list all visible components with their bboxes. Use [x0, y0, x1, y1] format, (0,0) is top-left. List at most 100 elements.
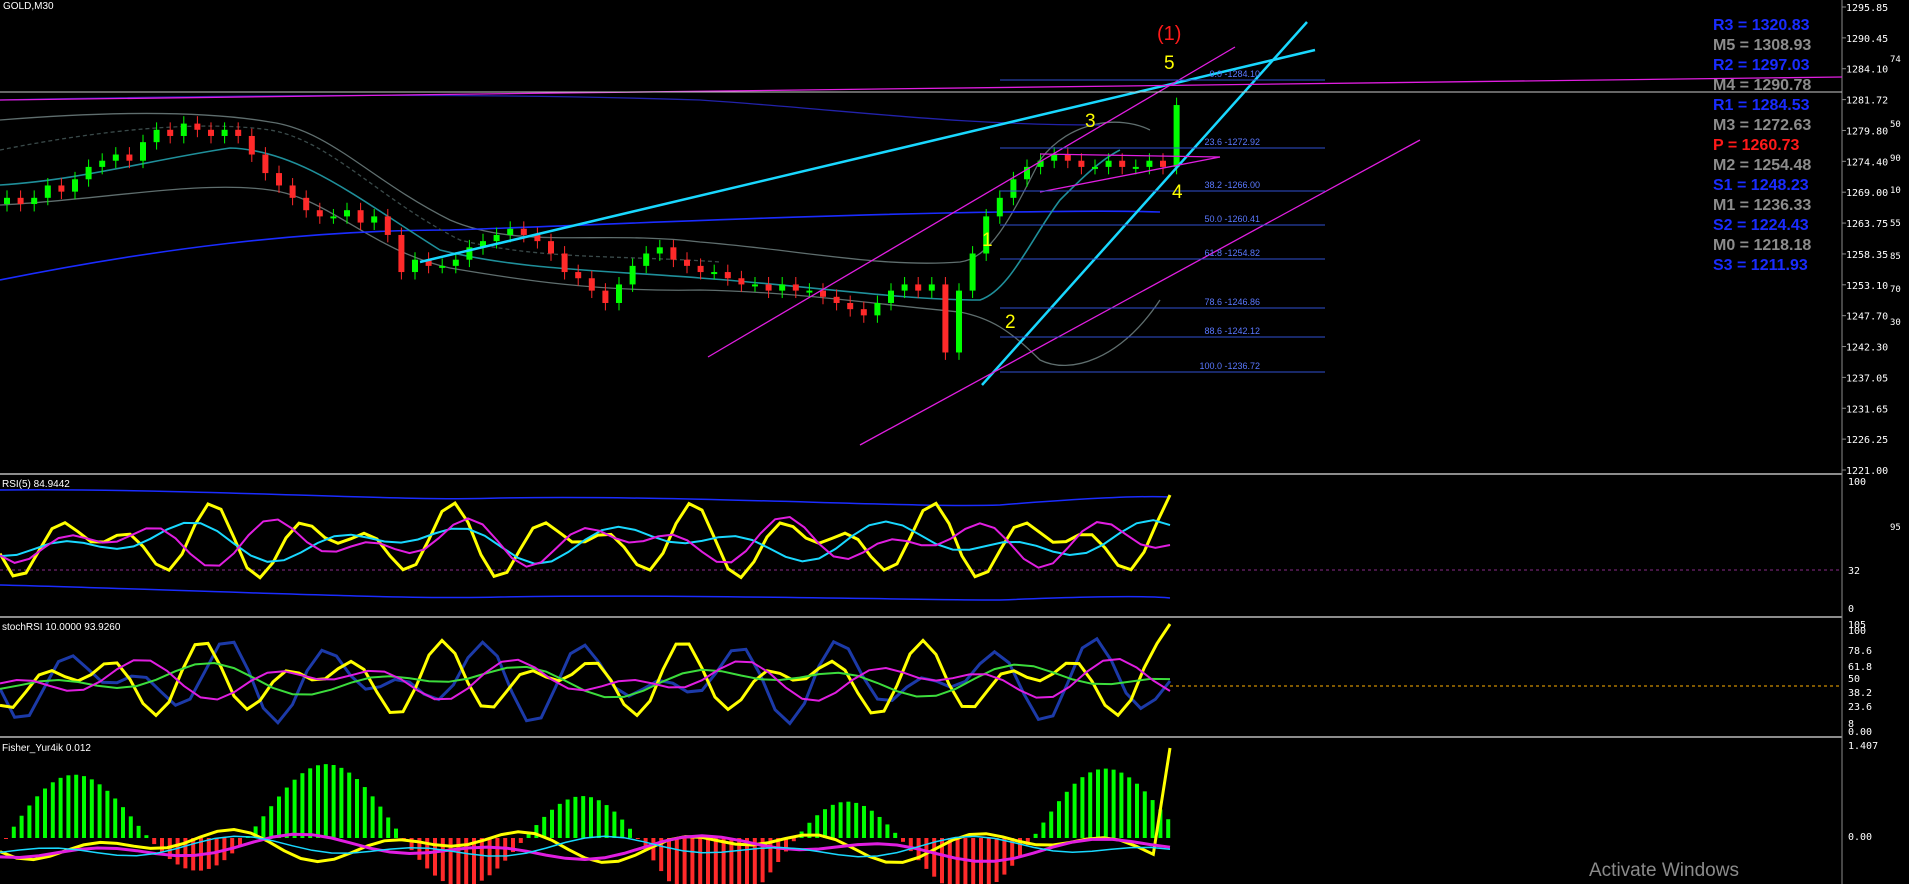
fib-level-label: 23.6 -1272.92: [1204, 137, 1260, 147]
candle-bull: [85, 166, 92, 180]
fisher-bar-negative: [152, 838, 157, 845]
candle-bear: [548, 241, 554, 254]
candle-bear: [1078, 160, 1085, 167]
fib-level-label: 61.8 -1254.82: [1204, 248, 1260, 258]
fisher-bar-positive: [1049, 811, 1054, 838]
candle-bull: [806, 290, 813, 293]
wave-label-2: 2: [1005, 312, 1016, 333]
fisher-bar-negative: [674, 838, 679, 884]
pivot-level: M4 = 1290.78: [1713, 77, 1812, 94]
candle-bear: [670, 247, 677, 260]
fib-level-label: 50.0 -1260.41: [1204, 214, 1260, 224]
fisher-bar-positive: [1057, 801, 1061, 838]
candle-bull: [507, 228, 514, 235]
fisher-bar-positive: [1127, 777, 1132, 838]
fisher-bar-positive: [1088, 772, 1093, 838]
fisher-bar-positive: [1064, 791, 1069, 838]
rsi-band-lower: [0, 584, 1171, 601]
fisher-bar-positive: [877, 816, 882, 838]
svg-text:23.6: 23.6: [1848, 702, 1872, 713]
fisher-bar-positive: [1072, 783, 1077, 838]
fisher-bar-negative: [698, 838, 703, 884]
candle-bull: [140, 142, 146, 161]
pivot-level: S3 = 1211.93: [1713, 257, 1808, 274]
svg-text:50: 50: [1848, 674, 1860, 685]
candle-bear: [17, 197, 24, 205]
fisher-bar-positive: [1150, 800, 1155, 838]
candle-bull: [72, 179, 78, 192]
candle-bear: [765, 284, 772, 291]
wave-label-1: 1: [982, 230, 993, 251]
svg-text:78.6: 78.6: [1848, 646, 1872, 657]
fisher-bar-positive: [1119, 772, 1124, 838]
fisher-bar-positive: [362, 787, 367, 838]
svg-text:10: 10: [1890, 186, 1901, 196]
fib-level-label: 38.2 -1266.00: [1204, 180, 1260, 190]
candle-bull: [656, 247, 663, 254]
fib-level-label: 100.0 -1236.72: [1199, 361, 1260, 371]
price-tick-label: 1237.05: [1846, 373, 1888, 384]
fisher-bar-positive: [370, 796, 375, 838]
price-tick-label: 1263.75: [1846, 219, 1888, 230]
candle-bear: [833, 296, 840, 303]
svg-text:0.00: 0.00: [1848, 727, 1872, 738]
candle-bear: [194, 123, 201, 130]
fisher-bar-positive: [386, 817, 391, 838]
pivot-level: M0 = 1218.18: [1713, 237, 1812, 254]
fisher-bar-positive: [620, 819, 625, 838]
wave-label-4: 4: [1172, 182, 1183, 203]
fisher-bar-positive: [74, 774, 79, 838]
candle-bull: [969, 253, 976, 291]
price-tick-label: 1253.10: [1846, 281, 1888, 292]
price-tick-label: 1281.72: [1846, 96, 1888, 107]
price-tick-label: 1284.10: [1846, 65, 1888, 76]
candle-bull: [493, 234, 500, 242]
candle-bull: [1010, 179, 1017, 198]
pivot-level: S1 = 1248.23: [1713, 177, 1809, 194]
candle-bull: [711, 272, 718, 275]
fisher-bar-positive: [1111, 769, 1116, 838]
candle-bear: [384, 216, 391, 235]
candle-bear: [289, 185, 296, 198]
svg-text:1.407: 1.407: [1848, 741, 1878, 752]
pivot-level: M3 = 1272.63: [1713, 117, 1812, 134]
fisher-bar-negative: [651, 838, 656, 861]
fisher-bar-positive: [596, 800, 601, 838]
fisher-bar-positive: [557, 803, 562, 838]
svg-text:95: 95: [1890, 523, 1901, 533]
fisher-bar-positive: [66, 775, 71, 838]
fisher-bar-positive: [19, 815, 24, 838]
fisher-bar-positive: [136, 825, 141, 838]
fisher-bar-positive: [58, 777, 63, 838]
price-scale: 1295.85 1290.45 1284.10 1281.72 1279.80 1274.…: [1842, 3, 1888, 477]
fisher-bar-negative: [175, 838, 180, 865]
ma-gray-dashed: [0, 125, 721, 263]
fisher-bar-positive: [105, 790, 110, 838]
windows-activation-watermark: Activate Windows: [1589, 860, 1739, 881]
fisher-bar-positive: [1080, 777, 1085, 838]
candle-bull: [629, 265, 636, 285]
candle-bull: [874, 302, 881, 316]
fisher-bar-positive: [862, 805, 866, 838]
svg-text:85: 85: [1890, 252, 1901, 262]
fisher-bar-positive: [854, 802, 859, 838]
price-tick-label: 1295.85: [1846, 3, 1888, 14]
candle-bull: [1092, 166, 1098, 169]
candle-bull: [901, 284, 908, 291]
candle-bear: [235, 129, 242, 136]
fisher-scale: 1.407 0.00: [1848, 741, 1878, 843]
trendline-magenta-mid: [707, 46, 1236, 358]
fib-level-label: 88.6 -1242.12: [1204, 326, 1260, 336]
candle-bear: [697, 265, 704, 273]
candle-bear: [738, 278, 745, 285]
fisher-bar-negative: [518, 838, 523, 843]
fisher-bar-positive: [300, 773, 305, 838]
candle-bear: [276, 173, 282, 186]
svg-text:100: 100: [1848, 626, 1866, 637]
stoch-title: stochRSI 10.0000 93.9260: [2, 622, 121, 633]
fisher-bar-positive: [269, 806, 274, 838]
candle-bull: [643, 253, 650, 266]
rsi-scale: 100 32 0: [1848, 477, 1866, 615]
candle-bear: [398, 234, 405, 273]
pivot-level: M1 = 1236.33: [1713, 197, 1812, 214]
